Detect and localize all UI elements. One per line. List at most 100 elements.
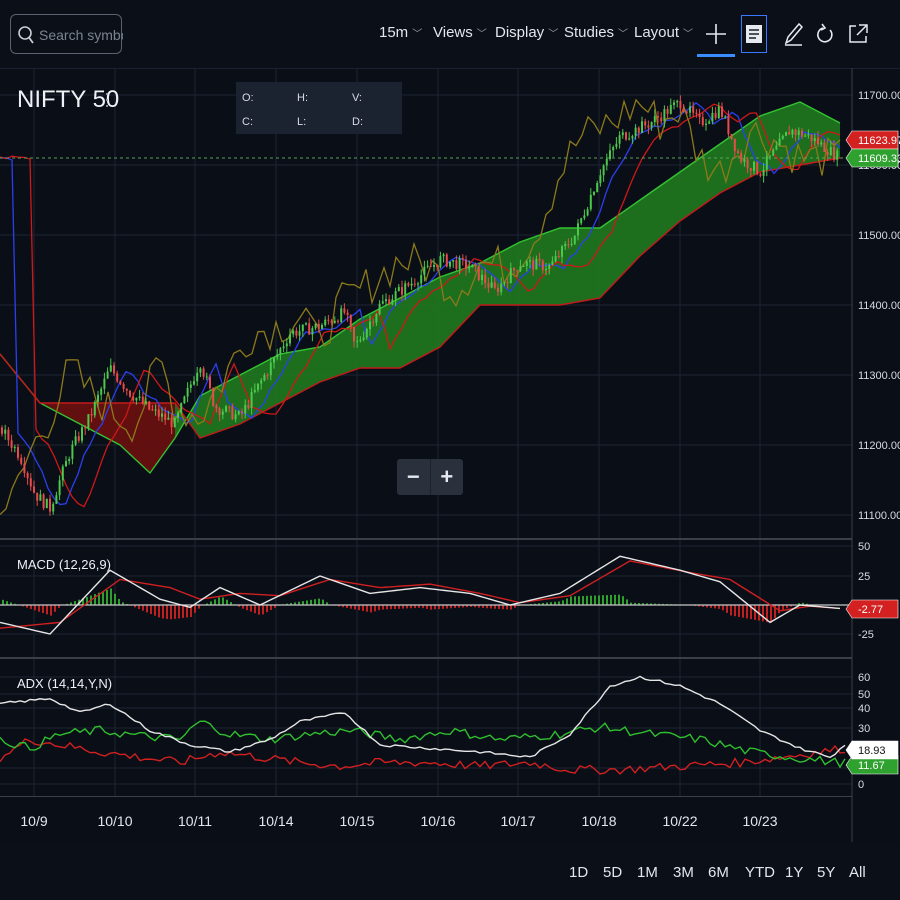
candle-body <box>474 264 477 267</box>
macd-histogram-bar <box>726 605 728 613</box>
candle-body <box>228 406 231 408</box>
candle-body <box>596 182 599 193</box>
candle-body <box>497 287 499 293</box>
candle-body <box>289 334 291 344</box>
adx-tick-label: 30 <box>858 723 870 735</box>
candle-body <box>145 401 147 404</box>
pane-separator-adx[interactable] <box>0 657 852 659</box>
range-all[interactable]: All <box>849 864 866 881</box>
candle-body <box>717 106 720 119</box>
candle-body <box>557 256 560 258</box>
display-menu[interactable]: Display ﹀ <box>495 24 558 41</box>
adx-tick-label: 0 <box>858 779 864 791</box>
layout-menu[interactable]: Layout ﹀ <box>634 24 693 41</box>
macd-histogram-bar <box>738 605 740 617</box>
candle-body <box>788 132 791 135</box>
range-6m[interactable]: 6M <box>708 864 729 881</box>
cloud-segment <box>80 403 120 445</box>
adx-tick-label: 50 <box>858 689 870 701</box>
candle-body <box>647 125 650 128</box>
symbol-menu-icon[interactable]: · · · <box>104 84 110 114</box>
zoom-in-button[interactable]: + <box>431 459 464 495</box>
candle-body <box>519 266 522 272</box>
adx-label[interactable]: ADX (14,14,Y,N) <box>17 676 112 691</box>
range-1m[interactable]: 1M <box>637 864 658 881</box>
cloud-segment <box>120 403 150 473</box>
search-input[interactable] <box>37 24 125 46</box>
candle-body <box>100 388 103 395</box>
candle-body <box>769 155 771 157</box>
candle-body <box>493 282 496 288</box>
ohlc-close-label: C: <box>242 116 253 128</box>
chart-canvas[interactable]: 11700.0011600.0011500.0011400.0011300.00… <box>0 68 900 842</box>
range-1d[interactable]: 1D <box>569 864 588 881</box>
candle-body <box>570 243 573 246</box>
candle-body <box>685 111 688 113</box>
views-menu[interactable]: Views ﹀ <box>433 24 487 41</box>
macd-histogram-bar <box>386 605 388 610</box>
candle-body <box>23 463 26 474</box>
search-box[interactable] <box>10 14 125 54</box>
macd-histogram-bar <box>610 594 612 605</box>
candle-body <box>426 265 429 267</box>
candle-body <box>276 354 279 358</box>
candle-body <box>583 215 586 219</box>
zoom-out-button[interactable]: − <box>397 459 431 495</box>
zoom-control: − + <box>397 459 463 495</box>
range-ytd[interactable]: YTD <box>745 864 775 881</box>
macd-histogram-bar <box>594 595 596 605</box>
candle-body <box>513 268 515 271</box>
range-3m[interactable]: 3M <box>673 864 694 881</box>
studies-menu[interactable]: Studies ﹀ <box>564 24 628 41</box>
macd-histogram-bar <box>114 593 116 605</box>
layout-label: Layout <box>634 24 680 41</box>
candle-body <box>487 283 490 288</box>
notes-button[interactable] <box>741 15 767 53</box>
candle-body <box>727 116 730 134</box>
candle-body <box>327 319 330 321</box>
macd-label[interactable]: MACD (12,26,9) <box>17 557 111 572</box>
candle-body <box>279 348 282 355</box>
adx-tag-white: 18.93 <box>858 745 886 757</box>
candle-body <box>692 106 695 113</box>
popout-button[interactable] <box>843 16 873 52</box>
candle-body <box>193 381 195 385</box>
range-1y[interactable]: 1Y <box>785 864 803 881</box>
candle-body <box>282 346 285 349</box>
macd-histogram-bar <box>226 599 228 605</box>
draw-button[interactable] <box>778 16 808 52</box>
interval-menu[interactable]: 15m ﹀ <box>379 24 422 41</box>
candle-body <box>740 152 743 163</box>
candle-body <box>407 283 410 286</box>
candle-body <box>490 282 493 288</box>
chevron-down-icon: ﹀ <box>683 29 694 40</box>
candle-body <box>817 138 819 145</box>
macd-histogram-bar <box>266 605 268 613</box>
cloud-segment <box>680 144 720 221</box>
candle-body <box>567 244 570 246</box>
candle-body <box>90 414 93 416</box>
range-5y[interactable]: 5Y <box>817 864 835 881</box>
candle-body <box>266 375 269 377</box>
macd-histogram-bar <box>562 600 564 605</box>
refresh-button[interactable] <box>810 16 840 52</box>
candle-body <box>813 138 816 142</box>
macd-histogram-bar <box>46 605 48 615</box>
range-5d[interactable]: 5D <box>603 864 622 881</box>
crosshair-button[interactable] <box>701 16 731 52</box>
candle-body <box>753 161 755 171</box>
pane-separator-macd[interactable] <box>0 538 852 540</box>
macd-histogram-bar <box>362 605 364 611</box>
candle-body <box>263 375 266 381</box>
candle-body <box>433 264 435 267</box>
macd-histogram-bar <box>30 605 32 610</box>
candle-body <box>154 409 157 411</box>
macd-histogram-bar <box>222 597 224 605</box>
candle-body <box>775 145 778 150</box>
candle-body <box>785 132 787 136</box>
macd-histogram-bar <box>374 605 376 612</box>
candle-body <box>17 447 19 458</box>
macd-histogram-bar <box>626 599 628 605</box>
candle-body <box>356 341 359 343</box>
candle-body <box>711 112 714 122</box>
